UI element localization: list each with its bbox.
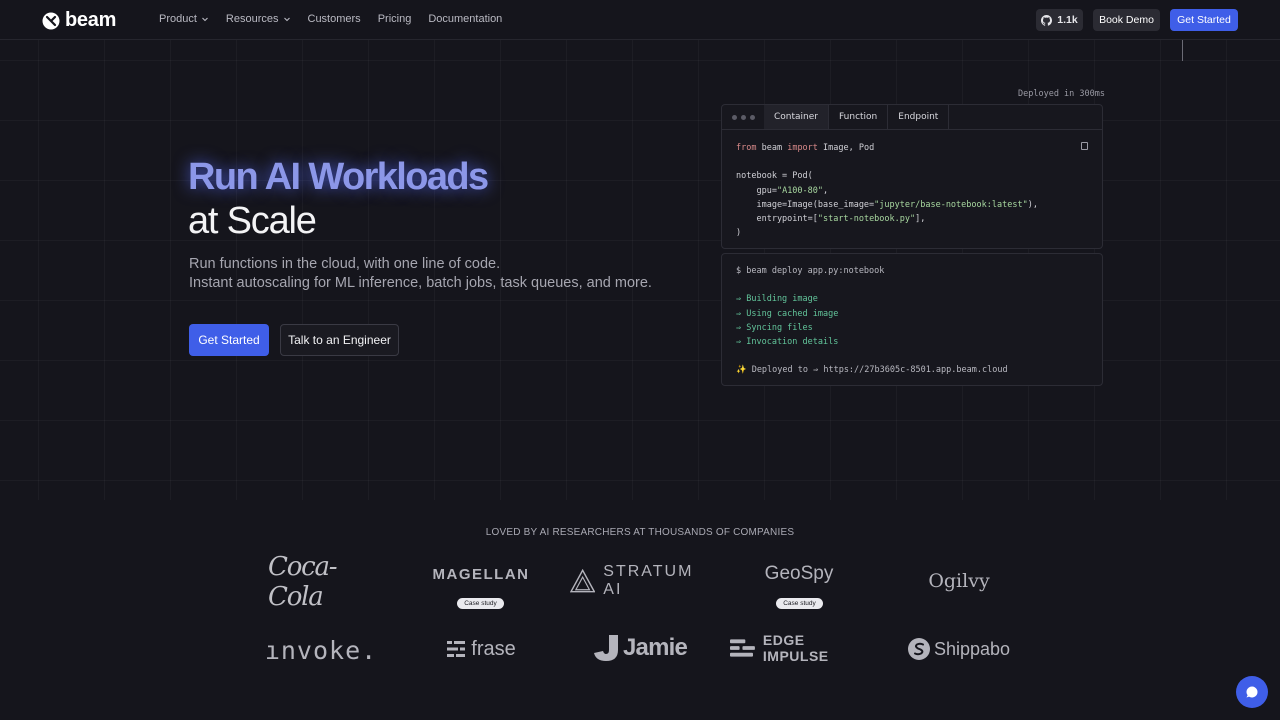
terminal-step: ⇒ Using cached image [736, 308, 839, 319]
logo-edge-impulse: EDGE IMPULSE [730, 632, 870, 664]
code-panel: Container Function Endpoint from beam im… [721, 104, 1103, 249]
hero-subtitle: Run functions in the cloud, with one lin… [189, 255, 652, 293]
talk-to-engineer-button[interactable]: Talk to an Engineer [280, 324, 399, 356]
chevron-down-icon [283, 17, 290, 22]
logo-edge-impulse-text: EDGE IMPULSE [762, 632, 829, 664]
logo-frase: frase [444, 636, 518, 662]
frase-icon [447, 641, 466, 657]
hero-subtitle-line1: Run functions in the cloud, with one lin… [189, 256, 501, 272]
logo-shippabo-text: Shippabo [933, 638, 1011, 659]
top-navbar: beam Product Resources Customers Pricing… [0, 0, 1280, 40]
terminal-step: ⇒ Syncing files [736, 322, 813, 333]
logo-jamie-text: Jamie [622, 634, 688, 661]
tab-endpoint[interactable]: Endpoint [888, 105, 950, 129]
logo-invoke: ınvoke. [264, 635, 378, 665]
terminal-deployed-line: ✨ Deployed to ⇒ https://27b3605c-8501.ap… [736, 365, 1008, 376]
github-stars-button[interactable]: 1.1k [1036, 9, 1083, 31]
logo-magellan: MAGELLAN [432, 565, 530, 583]
hero-title-line2: at Scale [188, 200, 317, 242]
customers-heading: LOVED BY AI RESEARCHERS AT THOUSANDS OF … [485, 527, 795, 538]
copy-icon[interactable] [1081, 142, 1088, 150]
logo-coca-cola: Coca-Cola [268, 552, 338, 612]
stratum-triangle-icon [570, 569, 596, 593]
logo-text: beam [65, 9, 117, 31]
code-tab-bar: Container Function Endpoint [722, 105, 1102, 130]
nav-product-label: Product [159, 13, 197, 25]
nav-documentation[interactable]: Documentation [428, 13, 502, 25]
case-study-badge[interactable]: Case study [457, 598, 504, 609]
hero-get-started-button[interactable]: Get Started [189, 324, 269, 356]
terminal-panel: $ beam deploy app.py:notebook ⇒ Building… [721, 253, 1103, 386]
hero-title: Run AI Workloads at Scale [188, 155, 489, 243]
hero-subtitle-line2: Instant autoscaling for ML inference, ba… [189, 275, 652, 291]
logo-jamie: Jamie [586, 633, 694, 663]
terminal-output: $ beam deploy app.py:notebook ⇒ Building… [736, 264, 1008, 378]
case-study-badge[interactable]: Case study [776, 598, 823, 609]
nav-get-started-button[interactable]: Get Started [1170, 9, 1238, 31]
logo-shippabo: Shippabo [906, 636, 1012, 662]
hero-title-line1: Run AI Workloads [188, 156, 489, 198]
nav-pricing[interactable]: Pricing [378, 13, 412, 25]
logo-frase-text: frase [471, 637, 516, 660]
nav-customers[interactable]: Customers [308, 13, 361, 25]
chevron-down-icon [202, 17, 208, 22]
chat-bubble-icon [1246, 686, 1258, 698]
github-stars-count: 1.1k [1057, 14, 1078, 26]
decorative-line [1182, 40, 1183, 61]
chat-widget-button[interactable] [1236, 676, 1268, 708]
logo[interactable]: beam [42, 9, 116, 32]
logo-ogilvy: Ogilvy [928, 570, 990, 592]
edge-impulse-icon [730, 639, 755, 657]
deployed-time-label: Deployed in 300ms [1018, 89, 1105, 99]
logo-geospy: GeoSpy [764, 563, 834, 584]
github-icon [1041, 14, 1053, 26]
terminal-command: $ beam deploy app.py:notebook [736, 266, 885, 276]
terminal-step: ⇒ Invocation details [736, 337, 839, 348]
nav-product[interactable]: Product [159, 13, 209, 25]
book-demo-button[interactable]: Book Demo [1093, 9, 1160, 31]
beam-logo-icon [42, 12, 60, 29]
code-snippet: from beam import Image, Pod notebook = P… [736, 143, 1038, 239]
window-dots [722, 105, 764, 129]
tab-container[interactable]: Container [764, 105, 829, 129]
nav-resources[interactable]: Resources [226, 13, 291, 25]
logo-stratum-ai-text: STRATUM AI [603, 563, 694, 598]
logo-stratum-ai: STRATUM AI [570, 563, 715, 598]
jamie-icon [593, 635, 618, 661]
shippabo-icon [907, 638, 930, 660]
tab-function[interactable]: Function [829, 105, 889, 129]
nav-resources-label: Resources [225, 13, 279, 25]
terminal-step: ⇒ Building image [736, 294, 818, 305]
